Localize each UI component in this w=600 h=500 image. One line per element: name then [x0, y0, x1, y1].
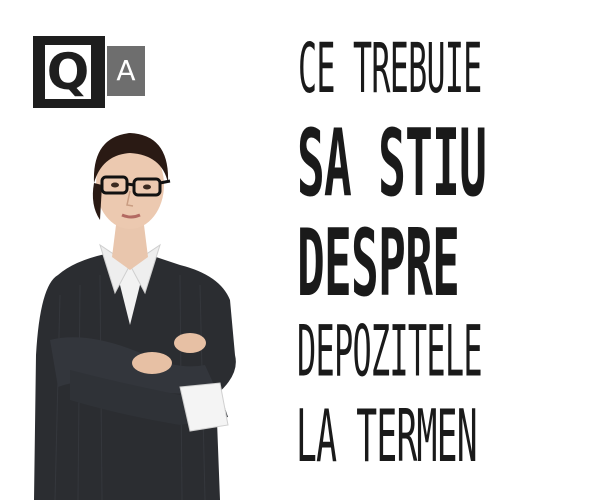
heading-line-4: DEPOZITELE: [297, 311, 483, 394]
heading-line-5: LA TERMEN: [296, 393, 478, 479]
heading-line-3: DESPRE: [297, 210, 460, 319]
heading-line-2: SA STIU: [297, 110, 487, 219]
heading-line-1: CE TREBUIE: [298, 29, 482, 109]
heading: CE TREBUIE SA STIU DESPRE DEPOZITELE LA …: [0, 0, 600, 500]
